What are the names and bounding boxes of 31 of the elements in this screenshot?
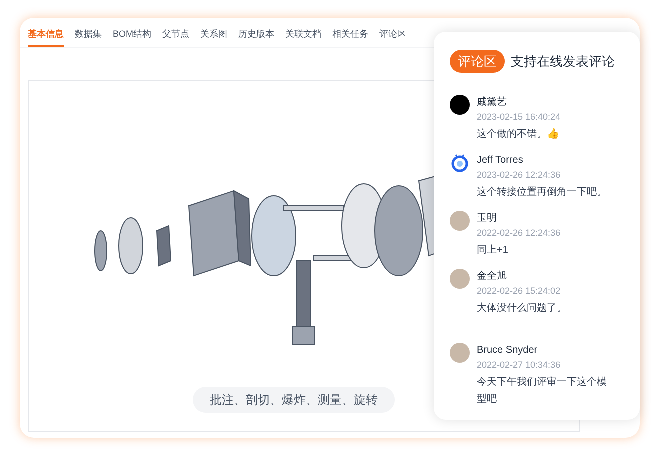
- tab[interactable]: 父节点: [162, 28, 190, 47]
- comment-author: Bruce Snyder: [477, 344, 539, 358]
- tab[interactable]: 数据集: [75, 28, 102, 47]
- comment-time: 2022-02-26 15:24:02: [477, 285, 562, 298]
- comment-author: Jeff Torres: [477, 154, 524, 168]
- comment-time: 2022-02-27 10:34:36: [477, 359, 562, 372]
- comment-time: 2022-02-26 12:24:36: [477, 227, 562, 240]
- comment-author: 玉明: [477, 212, 498, 226]
- tab[interactable]: 历史版本: [238, 28, 275, 47]
- avatar: [450, 343, 470, 363]
- avatar: [450, 269, 470, 289]
- viewer-toolbar: 批注、剖切、爆炸、测量、旋转: [193, 387, 395, 413]
- avatar: [450, 95, 470, 115]
- comment-text: 这个做的不错。👍: [477, 128, 560, 142]
- comment-text: 同上+1: [477, 244, 510, 258]
- tab[interactable]: 评论区: [380, 28, 407, 47]
- avatar: [450, 211, 470, 231]
- comment-time: 2023-02-26 12:24:36: [477, 169, 562, 182]
- comment-author: 金全旭: [477, 270, 508, 284]
- tab[interactable]: 相关任务: [332, 28, 369, 47]
- comment-text: 今天下午我们评审一下这个模型吧: [477, 376, 607, 407]
- comments-subtitle: 支持在线发表评论: [511, 52, 615, 71]
- comments-badge: 评论区: [450, 50, 505, 73]
- comment-author: 戚黛艺: [477, 96, 508, 110]
- tab[interactable]: BOM结构: [113, 28, 152, 47]
- tab[interactable]: 关系图: [200, 28, 228, 47]
- tab[interactable]: 关联文档: [286, 28, 322, 47]
- comment-text: 这个转接位置再倒角一下吧。: [477, 186, 607, 200]
- robot-avatar-icon: [450, 153, 470, 173]
- comment-time: 2023-02-15 16:40:24: [477, 111, 562, 124]
- comment-text: 大体没什么问题了。: [477, 302, 568, 316]
